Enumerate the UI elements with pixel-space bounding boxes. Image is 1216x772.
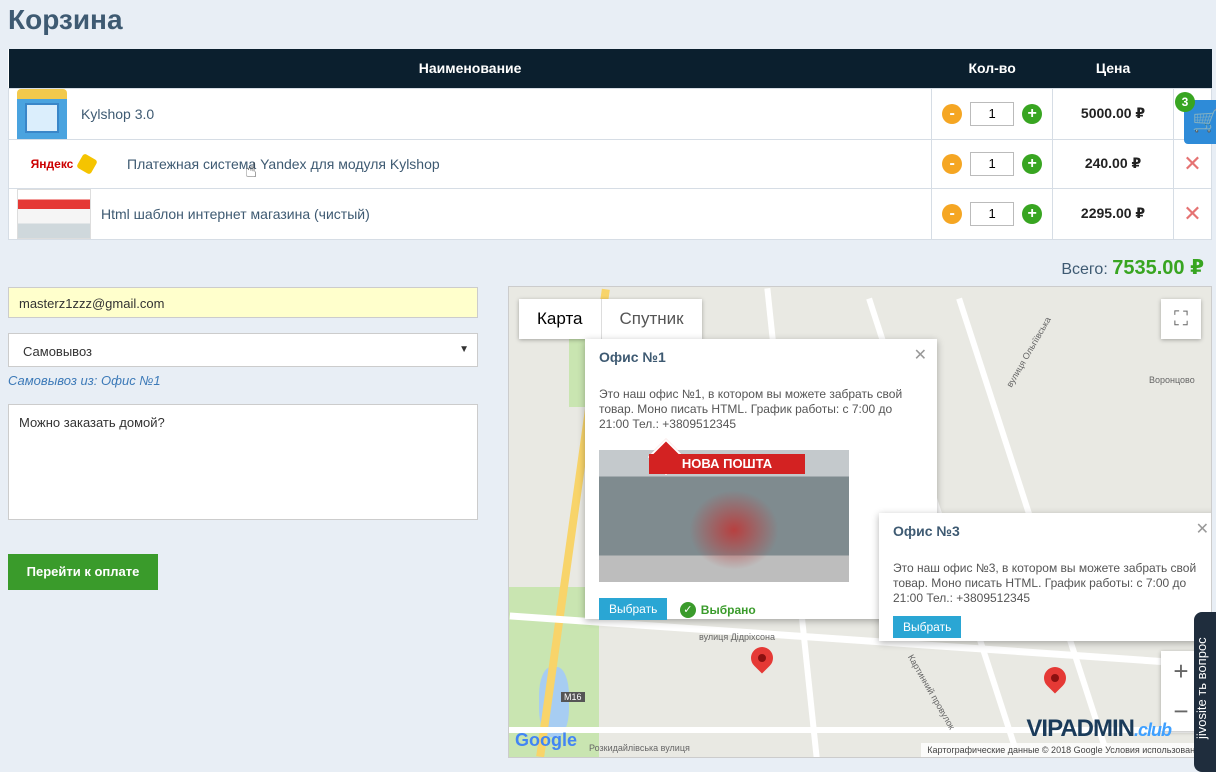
header-qty: Кол-во xyxy=(931,49,1053,88)
cart-table: Наименование Кол-во Цена Kylshop 3.0 - +… xyxy=(7,49,1212,240)
price: 240.00 ₽ xyxy=(1052,138,1174,189)
yandex-coin-icon xyxy=(76,152,99,175)
watermark: VIPADMIN.club xyxy=(1026,715,1172,743)
info-window-office-3: ✕ Офис №3 Это наш офис №3, в котором вы … xyxy=(879,513,1211,641)
delivery-selected: Самовывоз xyxy=(23,344,92,359)
check-icon: ✓ xyxy=(679,602,696,618)
table-row: Яндекс Платежная система Yandex для моду… xyxy=(7,138,1212,189)
remove-icon[interactable]: ✕ xyxy=(1173,138,1212,189)
pay-button[interactable]: Перейти к оплате xyxy=(8,554,158,590)
street-label: вулиця Ольгіївська xyxy=(1004,315,1053,389)
street-label: Воронцово xyxy=(1149,375,1195,385)
product-link[interactable]: Kylshop 3.0 xyxy=(81,106,154,122)
price: 2295.00 ₽ xyxy=(1052,187,1174,240)
street-label: Картинний провулок xyxy=(905,652,957,732)
cart-count-badge: 3 xyxy=(1175,92,1195,112)
select-office-button[interactable]: Выбрать xyxy=(893,616,962,638)
road-label: M16 xyxy=(561,692,585,702)
map-type-satellite[interactable]: Спутник xyxy=(602,299,702,339)
street-label: Розкидайлівська вулиця xyxy=(589,743,690,753)
remove-icon[interactable]: ✕ xyxy=(1173,187,1212,240)
map-marker-icon[interactable] xyxy=(1039,662,1071,694)
map-marker-icon[interactable] xyxy=(746,642,778,674)
street-label: вулиця Дідріхсона xyxy=(699,632,776,642)
header-name: Наименование xyxy=(8,49,932,88)
header-actions xyxy=(1173,49,1212,88)
html-template-preview[interactable] xyxy=(17,188,91,239)
qty-plus-button[interactable]: + xyxy=(1022,103,1043,124)
yandex-logo-text: Яндекс xyxy=(30,156,74,171)
product-link[interactable]: Платежная система Yandex для модуля Kyls… xyxy=(127,156,440,172)
close-icon[interactable]: ✕ xyxy=(914,345,927,365)
qty-minus-button[interactable]: - xyxy=(942,153,963,174)
qty-input[interactable] xyxy=(970,101,1015,126)
info-text: Это наш офис №3, в котором вы можете заб… xyxy=(893,561,1197,605)
office-photo: НОВА ПОШТА xyxy=(599,438,849,582)
close-icon[interactable]: ✕ xyxy=(1196,519,1209,539)
watermark-suffix: .club xyxy=(1133,720,1172,740)
order-total: Всего: 7535.00 ₽ xyxy=(1061,255,1204,280)
email-field[interactable]: masterz1zzz@gmail.com xyxy=(8,287,478,318)
map-attribution[interactable]: Картографические данные © 2018 Google Ус… xyxy=(921,743,1211,757)
qty-plus-button[interactable]: + xyxy=(1022,153,1043,174)
page-title: Корзина xyxy=(8,4,123,35)
info-title: Офис №3 xyxy=(893,523,960,539)
yandex-logo[interactable]: Яндекс xyxy=(17,149,109,179)
price: 5000.00 ₽ xyxy=(1052,87,1174,140)
qty-input[interactable] xyxy=(970,201,1015,226)
selected-status: ✓ Выбрано xyxy=(679,602,756,618)
qty-input[interactable] xyxy=(970,151,1015,176)
hand-cursor-icon: ☝ xyxy=(245,160,258,182)
fullscreen-icon[interactable]: ⛶ xyxy=(1161,299,1201,339)
info-text: Это наш офис №1, в котором вы можете заб… xyxy=(599,387,903,431)
select-office-button[interactable]: Выбрать xyxy=(599,598,668,620)
qty-plus-button[interactable]: + xyxy=(1022,203,1043,224)
comment-textarea[interactable]: Можно заказать домой? xyxy=(8,404,478,520)
table-row: Html шаблон интернет магазина (чистый) -… xyxy=(7,187,1212,240)
map-type-map[interactable]: Карта xyxy=(519,299,602,339)
jivosite-chat-widget[interactable]: jivosite ть вопрос xyxy=(1194,612,1216,772)
map-type-control: Карта Спутник xyxy=(519,299,702,339)
cart-icon: 🛒 xyxy=(1192,108,1216,133)
total-label: Всего: xyxy=(1061,261,1108,278)
info-title: Офис №1 xyxy=(599,349,666,365)
pickup-info: Самовывоз из: Офис №1 xyxy=(8,373,161,388)
google-logo: Google xyxy=(515,730,577,750)
table-row: Kylshop 3.0 - + 5000.00 ₽ xyxy=(7,87,1212,140)
product-link[interactable]: Html шаблон интернет магазина (чистый) xyxy=(101,206,370,222)
header-price: Цена xyxy=(1052,49,1174,88)
kylshop-logo[interactable] xyxy=(17,88,67,139)
total-value: 7535.00 ₽ xyxy=(1112,257,1204,279)
qty-minus-button[interactable]: - xyxy=(942,203,963,224)
selected-label: Выбрано xyxy=(700,603,756,617)
pickup-map[interactable]: Воронцово вулиця Ольгіївська вулиця Дідр… xyxy=(508,286,1212,758)
watermark-text: VIPADMIN xyxy=(1026,715,1135,742)
delivery-select[interactable]: Самовывоз ▼ xyxy=(8,333,478,367)
chevron-down-icon: ▼ xyxy=(459,344,469,355)
table-header: Наименование Кол-во Цена xyxy=(8,49,1212,88)
qty-minus-button[interactable]: - xyxy=(942,103,963,124)
office-photo-sign: НОВА ПОШТА xyxy=(649,454,805,474)
